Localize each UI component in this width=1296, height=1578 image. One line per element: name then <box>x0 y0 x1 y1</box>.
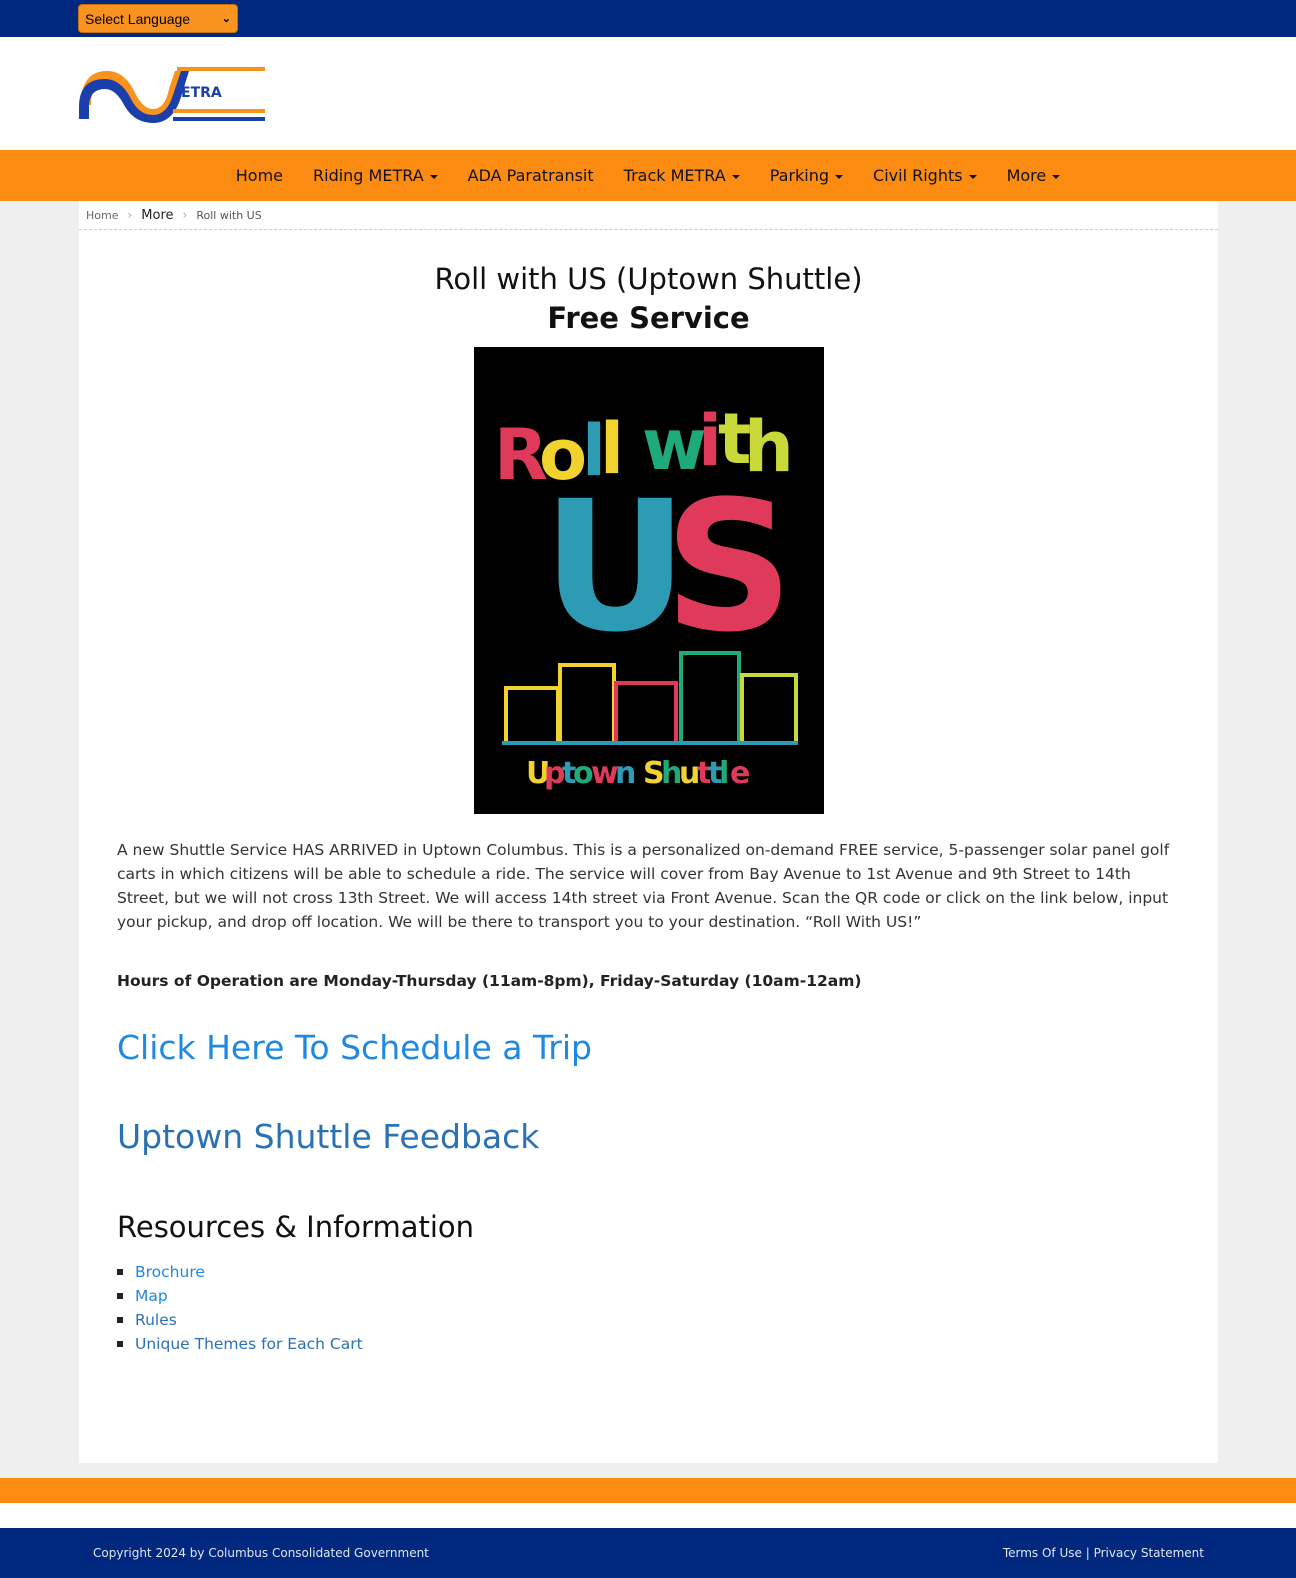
footer-orange-band <box>0 1478 1296 1503</box>
breadcrumb-current: Roll with US <box>196 208 262 222</box>
list-item: Unique Themes for Each Cart <box>117 1332 1218 1356</box>
bullet-icon <box>117 1293 123 1299</box>
roll-with-us-poster: Roll with US Uptown Shuttl e <box>473 347 824 814</box>
main-nav: Home Riding METRA ADA Paratransit Track … <box>0 150 1296 201</box>
breadcrumb-more[interactable]: More <box>141 208 173 223</box>
list-item: Map <box>117 1284 1218 1308</box>
footer-separator: | <box>1085 1546 1090 1560</box>
caret-down-icon <box>1052 174 1061 179</box>
description-text: A new Shuttle Service HAS ARRIVED in Upt… <box>117 841 1170 931</box>
nav-item-ada-paratransit[interactable]: ADA Paratransit <box>453 166 609 185</box>
bullet-icon <box>117 1317 123 1323</box>
nav-item-parking[interactable]: Parking <box>755 166 858 185</box>
poster-caption-letter: e <box>730 756 750 791</box>
caret-down-icon <box>968 174 977 179</box>
bullet-icon <box>117 1269 123 1275</box>
copyright-text: Copyright 2024 by Columbus Consolidated … <box>93 1546 429 1560</box>
unique-themes-link[interactable]: Unique Themes for Each Cart <box>135 1332 363 1356</box>
site-footer: Copyright 2024 by Columbus Consolidated … <box>0 1528 1296 1578</box>
caret-down-icon <box>835 174 844 179</box>
resources-title: Resources & Information <box>117 1210 475 1244</box>
poster-caption-letter: l <box>719 756 729 791</box>
chevron-down-icon: ⌄ <box>221 13 231 25</box>
feedback-link[interactable]: Uptown Shuttle Feedback <box>117 1117 1218 1156</box>
caret-down-icon <box>429 174 438 179</box>
chevron-right-icon: › <box>127 208 133 222</box>
privacy-link[interactable]: Privacy Statement <box>1094 1546 1204 1560</box>
language-select-label: Select Language <box>85 10 191 27</box>
map-link[interactable]: Map <box>135 1284 168 1308</box>
footer-spacer <box>0 1503 1296 1528</box>
breadcrumb: Home › More › Roll with US <box>79 201 1218 230</box>
bullet-icon <box>117 1341 123 1347</box>
list-item: Brochure <box>117 1260 1218 1284</box>
nav-label: Track METRA <box>623 166 726 185</box>
nav-label: More <box>1006 166 1047 185</box>
terms-link[interactable]: Terms Of Use <box>1003 1546 1082 1560</box>
nav-item-home[interactable]: Home <box>221 166 298 185</box>
hours-text: Hours of Operation are Monday-Thursday (… <box>117 972 862 990</box>
language-select[interactable]: Select Language ⌄ <box>78 4 238 33</box>
site-header: ETRA <box>0 37 1296 150</box>
nav-label: ADA Paratransit <box>467 166 594 185</box>
nav-item-track-metra[interactable]: Track METRA <box>609 166 755 185</box>
rules-link[interactable]: Rules <box>135 1308 177 1332</box>
list-item: Rules <box>117 1308 1218 1332</box>
caret-down-icon <box>731 174 740 179</box>
page-subtitle: Free Service <box>547 301 750 335</box>
top-bar: Select Language ⌄ <box>0 0 1296 37</box>
breadcrumb-home[interactable]: Home <box>86 209 118 222</box>
nav-item-civil-rights[interactable]: Civil Rights <box>858 166 992 185</box>
main-content: Home › More › Roll with US Roll with US … <box>79 201 1218 1463</box>
page-title: Roll with US (Uptown Shuttle) <box>434 262 863 296</box>
nav-item-riding-metra[interactable]: Riding METRA <box>298 166 453 185</box>
metra-logo[interactable]: ETRA <box>77 65 267 125</box>
nav-label: Civil Rights <box>873 166 963 185</box>
nav-label: Home <box>235 166 283 185</box>
resources-list: Brochure Map Rules Unique Themes for Eac… <box>117 1260 1218 1356</box>
brochure-link[interactable]: Brochure <box>135 1260 205 1284</box>
nav-item-more[interactable]: More <box>992 166 1076 185</box>
logo-text: ETRA <box>181 85 222 101</box>
nav-label: Riding METRA <box>313 166 424 185</box>
nav-label: Parking <box>769 166 830 185</box>
chevron-right-icon: › <box>182 208 188 222</box>
poster-caption-letter: n <box>615 756 636 791</box>
footer-links: Terms Of Use | Privacy Statement <box>1003 1546 1204 1560</box>
schedule-trip-link[interactable]: Click Here To Schedule a Trip <box>117 1028 1218 1067</box>
poster-letter: S <box>664 463 794 672</box>
